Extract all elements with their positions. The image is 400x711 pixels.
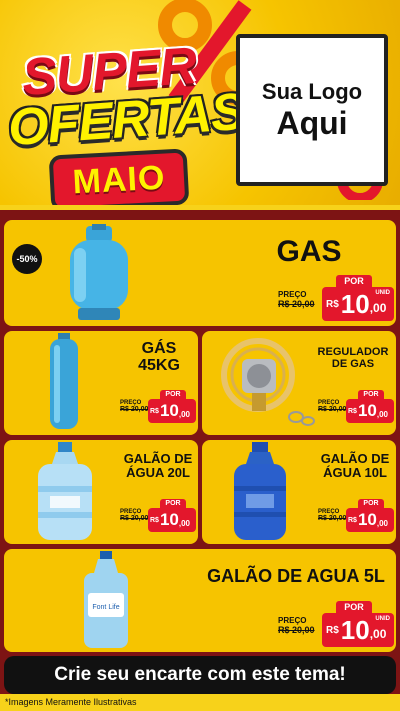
product-card-galao-10l[interactable]: GALÃO DE ÁGUA 10L PREÇO R$ 20,00 POR R$ … bbox=[202, 440, 396, 544]
price-group: PREÇO R$ 20,00 POR R$ 10 ,00 bbox=[120, 499, 196, 533]
bottle-brand: Font Life bbox=[92, 604, 119, 611]
water-jug-icon bbox=[234, 442, 286, 540]
old-price-block: PREÇO R$ 20,00 bbox=[318, 509, 346, 522]
discount-badge: -50% bbox=[12, 244, 42, 274]
preco-label: PREÇO bbox=[278, 290, 307, 299]
old-price-block: PREÇO R$ 20,00 bbox=[120, 509, 148, 522]
water-bottle-icon: Font Life bbox=[84, 551, 128, 648]
gas-cylinder-icon bbox=[70, 224, 128, 320]
product-name: GÁS 45KG bbox=[124, 340, 194, 375]
product-card-gas[interactable]: -50% GAS PREÇO R$ 20,00 POR R$ 10 ,00 UN… bbox=[4, 220, 396, 326]
old-price: R$ 20,00 bbox=[318, 406, 347, 413]
product-name: GALÃO DE AGUA 5L bbox=[207, 566, 385, 586]
por-label: POR bbox=[358, 499, 384, 508]
product-card-galao-5l[interactable]: Font Life GALÃO DE AGUA 5L PREÇO R$ 20,0… bbox=[4, 549, 396, 652]
currency: R$ bbox=[348, 407, 357, 415]
price-decimal: ,00 bbox=[376, 518, 388, 528]
price-integer: 10 bbox=[159, 510, 179, 529]
currency: R$ bbox=[150, 516, 159, 524]
logo-text-line2: Aqui bbox=[276, 104, 348, 141]
price-decimal: ,00 bbox=[369, 301, 387, 315]
water-jug-icon bbox=[38, 442, 92, 540]
product-name: REGULADOR DE GAS bbox=[312, 346, 394, 370]
price-integer: 10 bbox=[357, 401, 377, 420]
cta-label: Crie seu encarte com este tema! bbox=[54, 664, 346, 685]
product-name-line2: ÁGUA 20L bbox=[126, 464, 190, 480]
preco-label: PREÇO bbox=[278, 616, 307, 625]
new-price: R$ 10 ,00 UNID bbox=[322, 287, 394, 321]
month-badge: MAIO bbox=[48, 148, 190, 205]
price-integer: 10 bbox=[340, 614, 370, 645]
price-integer: 10 bbox=[340, 288, 370, 319]
gas-regulator-icon bbox=[221, 338, 315, 426]
product-name-line2: 45KG bbox=[138, 356, 180, 374]
por-label: POR bbox=[336, 601, 372, 613]
gas-cylinder-tall-icon bbox=[50, 333, 78, 429]
unit-label: UNID bbox=[375, 616, 390, 622]
logo-placeholder[interactable]: Sua Logo Aqui bbox=[236, 34, 388, 186]
price-group: PREÇO R$ 20,00 POR R$ 10 ,00 UNID bbox=[278, 601, 394, 649]
old-price: R$ 20,00 bbox=[318, 515, 347, 522]
product-card-regulador[interactable]: REGULADOR DE GAS PREÇO R$ 20,00 POR R$ 1… bbox=[202, 331, 396, 435]
old-price-block: PREÇO R$ 20,00 bbox=[120, 400, 148, 413]
old-price: R$ 20,00 bbox=[278, 299, 315, 309]
old-price-block: PREÇO R$ 20,00 bbox=[278, 616, 315, 635]
new-price: R$ 10 ,00 UNID bbox=[322, 613, 394, 647]
new-price: R$ 10 ,00 bbox=[148, 399, 196, 423]
product-name: GALÃO DE ÁGUA 10L bbox=[316, 452, 394, 479]
price-group: PREÇO R$ 20,00 POR R$ 10 ,00 bbox=[318, 499, 394, 533]
new-price: R$ 10 ,00 bbox=[346, 399, 394, 423]
product-name: GAS bbox=[276, 235, 342, 268]
price-group: PREÇO R$ 20,00 POR R$ 10 ,00 bbox=[318, 390, 394, 424]
product-card-gas-45kg[interactable]: GÁS 45KG PREÇO R$ 20,00 POR R$ 10 ,00 bbox=[4, 331, 198, 435]
currency: R$ bbox=[150, 407, 159, 415]
promo-title: SUPER OFERTAS MAIO bbox=[0, 10, 246, 205]
price-decimal: ,00 bbox=[178, 518, 190, 528]
product-name-line1: GÁS bbox=[141, 340, 177, 357]
price-group: PREÇO R$ 20,00 POR R$ 10 ,00 bbox=[120, 390, 196, 424]
por-label: POR bbox=[358, 390, 384, 399]
cta-button[interactable]: Crie seu encarte com este tema! bbox=[4, 656, 396, 694]
product-name-line2: DE GAS bbox=[331, 357, 375, 370]
new-price: R$ 10 ,00 bbox=[148, 508, 196, 532]
logo-text-line1: Sua Logo bbox=[261, 78, 363, 104]
price-decimal: ,00 bbox=[369, 627, 387, 641]
old-price: R$ 20,00 bbox=[120, 515, 149, 522]
price-integer: 10 bbox=[159, 401, 179, 420]
por-label: POR bbox=[160, 499, 186, 508]
footer: *Imagens Meramente Ilustrativas bbox=[0, 694, 400, 711]
title-month: MAIO bbox=[71, 158, 167, 201]
product-card-galao-20l[interactable]: GALÃO DE ÁGUA 20L PREÇO R$ 20,00 POR R$ … bbox=[4, 440, 198, 544]
old-price: R$ 20,00 bbox=[278, 625, 315, 635]
price-decimal: ,00 bbox=[376, 409, 388, 419]
por-label: POR bbox=[160, 390, 186, 399]
disclaimer-text: *Imagens Meramente Ilustrativas bbox=[5, 697, 137, 707]
price-decimal: ,00 bbox=[178, 409, 190, 419]
por-label: POR bbox=[336, 275, 372, 287]
product-name: GALÃO DE ÁGUA 20L bbox=[120, 452, 196, 479]
product-name-line1: REGULADOR bbox=[317, 346, 389, 358]
unit-label: UNID bbox=[375, 290, 390, 296]
new-price: R$ 10 ,00 bbox=[346, 508, 394, 532]
product-name-line2: ÁGUA 10L bbox=[323, 464, 387, 480]
old-price-block: PREÇO R$ 20,00 bbox=[318, 400, 346, 413]
price-integer: 10 bbox=[357, 510, 377, 529]
header-banner: SUPER OFERTAS MAIO Sua Logo Aqui bbox=[0, 0, 400, 205]
currency: R$ bbox=[326, 624, 339, 636]
currency: R$ bbox=[326, 298, 339, 310]
currency: R$ bbox=[348, 516, 357, 524]
old-price-block: PREÇO R$ 20,00 bbox=[278, 290, 315, 309]
price-group: PREÇO R$ 20,00 POR R$ 10 ,00 UNID bbox=[278, 275, 394, 323]
old-price: R$ 20,00 bbox=[120, 406, 149, 413]
